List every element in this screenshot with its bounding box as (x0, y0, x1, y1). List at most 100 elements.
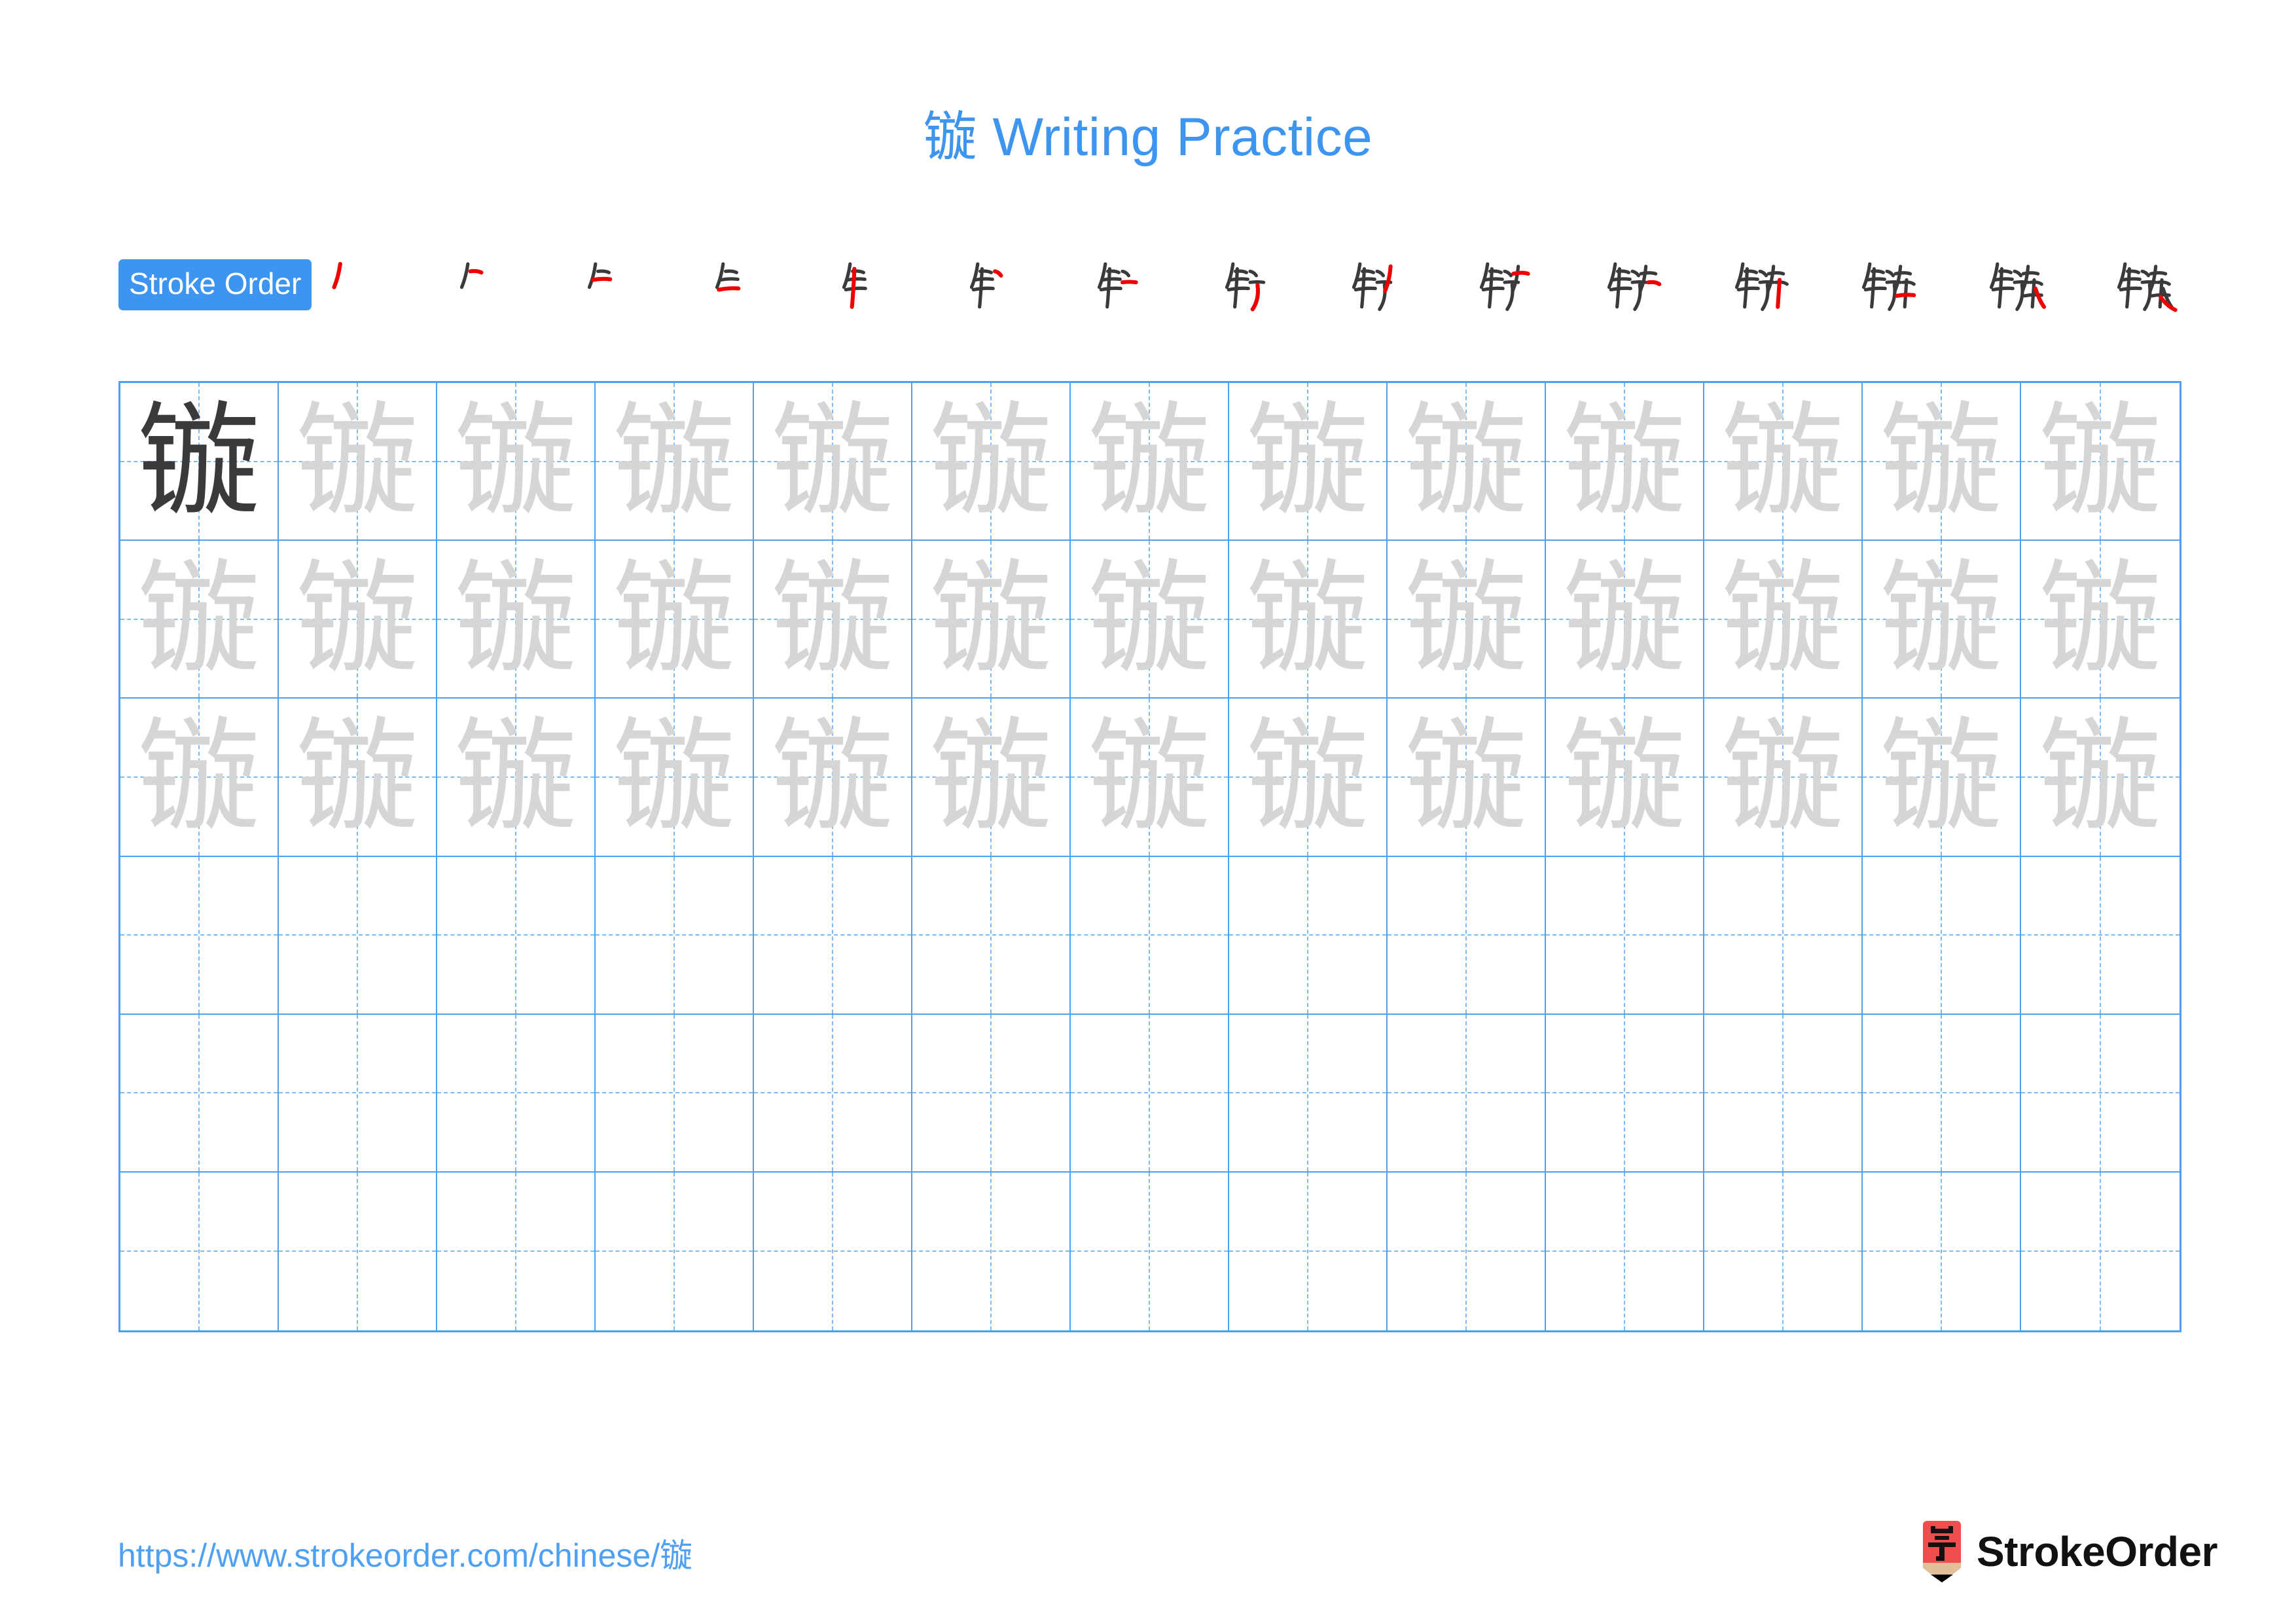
practice-cell-r4-c6[interactable] (912, 856, 1071, 1015)
practice-cell-r2-c3[interactable]: 镟 (437, 541, 596, 699)
practice-cell-r6-c9[interactable] (1388, 1172, 1546, 1330)
practice-cell-r5-c1[interactable] (120, 1014, 279, 1173)
practice-cell-r5-c9[interactable] (1388, 1014, 1546, 1173)
practice-cell-r4-c10[interactable] (1546, 856, 1704, 1015)
practice-cell-r6-c8[interactable] (1229, 1172, 1388, 1330)
practice-cell-r2-c1[interactable]: 镟 (120, 541, 279, 699)
practice-cell-r2-c8[interactable]: 镟 (1229, 541, 1388, 699)
practice-cell-r1-c1[interactable]: 镟 (120, 383, 279, 541)
practice-cell-r6-c1[interactable] (120, 1172, 279, 1330)
practice-cell-r5-c4[interactable] (596, 1014, 754, 1173)
practice-cell-r4-c9[interactable] (1388, 856, 1546, 1015)
practice-cell-r5-c3[interactable] (437, 1014, 596, 1173)
practice-cell-r2-c12[interactable]: 镟 (1863, 541, 2021, 699)
practice-cell-glyph: 镟 (296, 704, 419, 848)
practice-cell-r4-c5[interactable] (754, 856, 912, 1015)
practice-cell-glyph: 镟 (771, 704, 894, 848)
practice-cell-r6-c12[interactable] (1863, 1172, 2021, 1330)
practice-cell-r2-c9[interactable]: 镟 (1388, 541, 1546, 699)
practice-cell-r3-c11[interactable]: 镟 (1704, 699, 1863, 857)
practice-cell-r1-c9[interactable]: 镟 (1388, 383, 1546, 541)
page-title: 镟 Writing Practice (0, 98, 2296, 177)
practice-cell-r2-c2[interactable]: 镟 (279, 541, 437, 699)
practice-cell-r1-c5[interactable]: 镟 (754, 383, 912, 541)
practice-cell-glyph (596, 1015, 753, 1171)
practice-cell-r6-c11[interactable] (1704, 1172, 1863, 1330)
practice-cell-glyph (1388, 1015, 1545, 1171)
practice-cell-r3-c2[interactable]: 镟 (279, 699, 437, 857)
practice-cell-r1-c4[interactable]: 镟 (596, 383, 754, 541)
practice-cell-r4-c8[interactable] (1229, 856, 1388, 1015)
practice-cell-r4-c12[interactable] (1863, 856, 2021, 1015)
practice-cell-glyph: 镟 (137, 389, 260, 533)
practice-cell-glyph (1704, 1015, 1861, 1171)
practice-cell-r6-c6[interactable] (912, 1172, 1071, 1330)
stroke-step-9 (1339, 249, 1416, 321)
stroke-step-3 (575, 249, 652, 321)
practice-cell-r3-c4[interactable]: 镟 (596, 699, 754, 857)
practice-cell-r2-c5[interactable]: 镟 (754, 541, 912, 699)
practice-cell-r4-c11[interactable] (1704, 856, 1863, 1015)
practice-cell-r5-c2[interactable] (279, 1014, 437, 1173)
practice-cell-glyph: 镟 (613, 704, 736, 848)
practice-cell-r4-c13[interactable] (2021, 857, 2179, 1015)
practice-cell-glyph (1388, 857, 1545, 1013)
practice-cell-r3-c9[interactable]: 镟 (1388, 699, 1546, 857)
practice-cell-r2-c11[interactable]: 镟 (1704, 541, 1863, 699)
practice-grid: 镟镟镟镟镟镟镟镟镟镟镟镟镟镟镟镟镟镟镟镟镟镟镟镟镟镟镟镟镟镟镟镟镟镟镟镟镟镟镟 (118, 381, 2181, 1332)
practice-cell-r1-c3[interactable]: 镟 (437, 383, 596, 541)
practice-cell-r3-c8[interactable]: 镟 (1229, 699, 1388, 857)
practice-cell-r1-c7[interactable]: 镟 (1071, 383, 1229, 541)
practice-cell-r2-c13[interactable]: 镟 (2021, 541, 2179, 699)
practice-cell-glyph (1863, 1015, 2020, 1171)
practice-cell-r6-c4[interactable] (596, 1172, 754, 1330)
practice-cell-r6-c2[interactable] (279, 1172, 437, 1330)
practice-cell-r6-c5[interactable] (754, 1172, 912, 1330)
practice-cell-glyph: 镟 (1246, 704, 1369, 848)
practice-cell-r4-c3[interactable] (437, 856, 596, 1015)
practice-cell-r3-c13[interactable]: 镟 (2021, 699, 2179, 857)
practice-cell-r1-c13[interactable]: 镟 (2021, 383, 2179, 541)
source-url[interactable]: https://www.strokeorder.com/chinese/镟 (118, 1536, 692, 1575)
practice-cell-r1-c2[interactable]: 镟 (279, 383, 437, 541)
practice-cell-r2-c6[interactable]: 镟 (912, 541, 1071, 699)
practice-cell-r1-c10[interactable]: 镟 (1546, 383, 1704, 541)
practice-cell-r1-c12[interactable]: 镟 (1863, 383, 2021, 541)
practice-cell-r3-c7[interactable]: 镟 (1071, 699, 1229, 857)
practice-cell-r6-c7[interactable] (1071, 1172, 1229, 1330)
practice-cell-r3-c12[interactable]: 镟 (1863, 699, 2021, 857)
practice-cell-r2-c7[interactable]: 镟 (1071, 541, 1229, 699)
practice-cell-r2-c4[interactable]: 镟 (596, 541, 754, 699)
practice-cell-glyph: 镟 (2039, 389, 2162, 533)
practice-cell-r6-c3[interactable] (437, 1172, 596, 1330)
practice-cell-r4-c2[interactable] (279, 856, 437, 1015)
practice-cell-glyph (279, 857, 436, 1013)
stroke-step-11 (1594, 249, 1672, 321)
practice-cell-r5-c10[interactable] (1546, 1014, 1704, 1173)
practice-cell-glyph: 镟 (1405, 547, 1528, 691)
practice-cell-r5-c11[interactable] (1704, 1014, 1863, 1173)
practice-cell-r4-c7[interactable] (1071, 856, 1229, 1015)
practice-cell-r3-c5[interactable]: 镟 (754, 699, 912, 857)
practice-cell-r3-c6[interactable]: 镟 (912, 699, 1071, 857)
practice-cell-r4-c1[interactable] (120, 856, 279, 1015)
practice-cell-glyph (1704, 857, 1861, 1013)
practice-cell-r1-c11[interactable]: 镟 (1704, 383, 1863, 541)
practice-cell-glyph: 镟 (771, 547, 894, 691)
practice-cell-r5-c6[interactable] (912, 1014, 1071, 1173)
practice-cell-r2-c10[interactable]: 镟 (1546, 541, 1704, 699)
practice-cell-r6-c13[interactable] (2021, 1173, 2179, 1330)
practice-cell-r3-c1[interactable]: 镟 (120, 699, 279, 857)
practice-cell-r5-c12[interactable] (1863, 1014, 2021, 1173)
practice-cell-r1-c8[interactable]: 镟 (1229, 383, 1388, 541)
practice-cell-r3-c3[interactable]: 镟 (437, 699, 596, 857)
practice-cell-r5-c8[interactable] (1229, 1014, 1388, 1173)
practice-cell-r6-c10[interactable] (1546, 1172, 1704, 1330)
practice-cell-r3-c10[interactable]: 镟 (1546, 699, 1704, 857)
practice-cell-r4-c4[interactable] (596, 856, 754, 1015)
practice-cell-r5-c13[interactable] (2021, 1015, 2179, 1173)
practice-cell-r5-c5[interactable] (754, 1014, 912, 1173)
practice-cell-r1-c6[interactable]: 镟 (912, 383, 1071, 541)
practice-cell-r5-c7[interactable] (1071, 1014, 1229, 1173)
stroke-step-13 (1849, 249, 1926, 321)
